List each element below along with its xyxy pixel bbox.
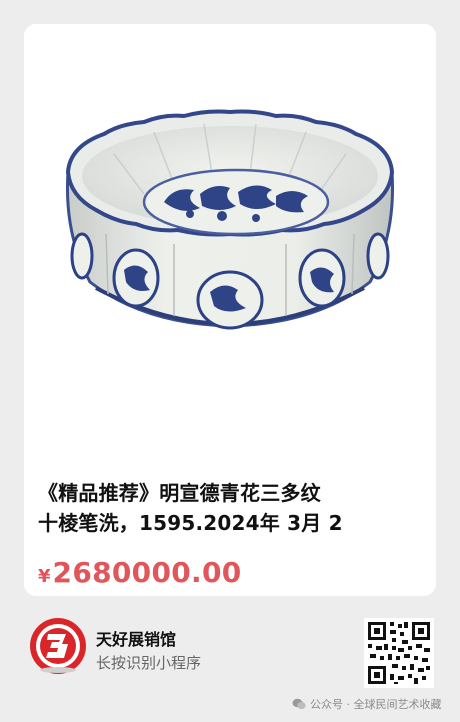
product-title-line-2: 十棱笔洗，1595.2024年 3月 2 bbox=[38, 511, 343, 535]
shop-name[interactable]: 天好展销馆 bbox=[96, 626, 176, 650]
red-3-logo-icon[interactable] bbox=[26, 614, 90, 678]
product-title[interactable]: 《精品推荐》明宣德青花三多纹 十棱笔洗，1595.2024年 3月 2 bbox=[38, 478, 422, 538]
qr-code-icon[interactable] bbox=[364, 618, 434, 688]
product-card[interactable]: 《精品推荐》明宣德青花三多纹 十棱笔洗，1595.2024年 3月 2 ¥ 26… bbox=[24, 24, 436, 596]
currency-symbol: ¥ bbox=[38, 566, 51, 587]
watermark-text: 公众号 · 全球民间艺术收藏 bbox=[310, 698, 442, 711]
long-press-hint: 长按识别小程序 bbox=[96, 654, 202, 672]
product-title-line-1: 《精品推荐》明宣德青花三多纹 bbox=[38, 481, 321, 505]
watermark: 公众号 · 全球民间艺术收藏 bbox=[292, 696, 442, 712]
product-image bbox=[24, 24, 436, 436]
price-value: 2680000.00 bbox=[52, 556, 242, 589]
wechat-icon bbox=[292, 698, 306, 710]
mini-program-footer[interactable]: 天好展销馆 长按识别小程序 公众号 · 全球民间艺术收藏 bbox=[0, 604, 460, 722]
product-price: ¥ 2680000.00 bbox=[38, 556, 242, 589]
